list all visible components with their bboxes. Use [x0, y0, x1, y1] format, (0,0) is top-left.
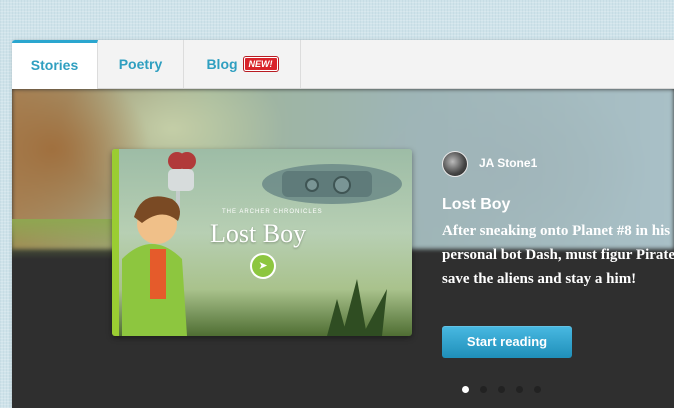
section-tabs: Stories Poetry Blog NEW! [12, 40, 674, 89]
carousel-dot[interactable] [480, 386, 487, 393]
hero-background-accent [12, 219, 112, 259]
start-reading-button[interactable]: Start reading [442, 326, 572, 358]
tab-blog-label: Blog [206, 56, 238, 72]
cover-title: Lost Boy [210, 219, 307, 248]
tab-stories-label: Stories [30, 57, 79, 73]
author-name[interactable]: JA Stone1 [479, 156, 537, 170]
story-title[interactable]: Lost Boy [442, 196, 510, 214]
cover-subtitle: The Archer Chronicles [222, 209, 323, 215]
carousel-dot[interactable] [516, 386, 523, 393]
carousel-dot[interactable] [498, 386, 505, 393]
tab-blog[interactable]: Blog NEW! [184, 40, 301, 88]
tab-poetry[interactable]: Poetry [98, 40, 184, 88]
cover-spine [112, 149, 119, 336]
featured-story-hero: The Archer Chronicles Lost Boy ➤ JA Ston… [12, 89, 674, 408]
content-panel: Stories Poetry Blog NEW! THE ARCHER CHRO… [12, 40, 674, 408]
story-cover[interactable]: The Archer Chronicles Lost Boy ➤ [112, 149, 412, 336]
tab-stories[interactable]: Stories [12, 40, 98, 89]
story-description: After sneaking onto Planet #8 in his per… [442, 223, 674, 287]
new-badge: NEW! [243, 56, 278, 71]
bird-logo-icon: ➤ [250, 253, 276, 279]
carousel-dot[interactable] [462, 386, 469, 393]
carousel-dot[interactable] [534, 386, 541, 393]
tab-poetry-label: Poetry [118, 56, 163, 72]
avatar-image[interactable] [442, 151, 468, 177]
